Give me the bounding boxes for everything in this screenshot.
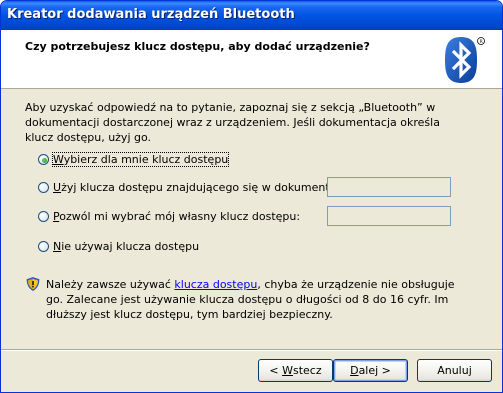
intro-text: Aby uzyskać odpowiedź na to pytanie, zap…: [25, 101, 440, 144]
radio-button[interactable]: [38, 181, 49, 193]
passkey-link[interactable]: klucza dostępu: [174, 278, 257, 291]
wizard-window: Kreator dodawania urządzeń Bluetooth Czy…: [0, 0, 503, 393]
page-title: Czy potrzebujesz klucz dostępu, aby doda…: [25, 40, 370, 53]
radio-button[interactable]: [38, 210, 49, 222]
warning-text: Należy zawsze używać klucza dostępu, chy…: [46, 278, 455, 321]
option-own-key[interactable]: Pozwól mi wybrać mój własny klucz dostęp…: [38, 208, 300, 224]
option-no-key[interactable]: Nie używaj klucza dostępu: [38, 238, 199, 254]
button-separator: [1, 349, 502, 351]
radio-button[interactable]: [38, 240, 49, 252]
option-use-documentation-key[interactable]: Użyj klucza dostępu znajdującego się w d…: [38, 179, 352, 195]
wizard-content: Aby uzyskać odpowiedź na to pytanie, zap…: [1, 89, 502, 349]
option-choose-for-me[interactable]: Wybierz dla mnie klucz dostępu: [38, 151, 230, 167]
wizard-header: Czy potrzebujesz klucz dostępu, aby doda…: [1, 30, 502, 89]
own-key-input[interactable]: [327, 206, 451, 226]
svg-text:R: R: [480, 39, 483, 45]
documentation-key-input[interactable]: [327, 177, 451, 197]
radio-button[interactable]: [38, 153, 49, 165]
next-button[interactable]: Dalej >: [333, 359, 408, 382]
window-title: Kreator dodawania urządzeń Bluetooth: [7, 7, 295, 22]
back-button[interactable]: < Wstecz: [258, 359, 333, 382]
title-bar[interactable]: Kreator dodawania urządzeń Bluetooth: [1, 1, 502, 30]
option-label: Pozwól mi wybrać mój własny klucz dostęp…: [53, 209, 301, 223]
bluetooth-logo-icon: R: [445, 37, 485, 83]
cancel-button[interactable]: Anuluj: [417, 359, 492, 382]
option-label: Użyj klucza dostępu znajdującego się w d…: [53, 180, 353, 194]
option-label: Nie używaj klucza dostępu: [53, 239, 200, 253]
option-label: Wybierz dla mnie klucz dostępu: [51, 151, 230, 167]
security-shield-warning-icon: [26, 277, 40, 291]
